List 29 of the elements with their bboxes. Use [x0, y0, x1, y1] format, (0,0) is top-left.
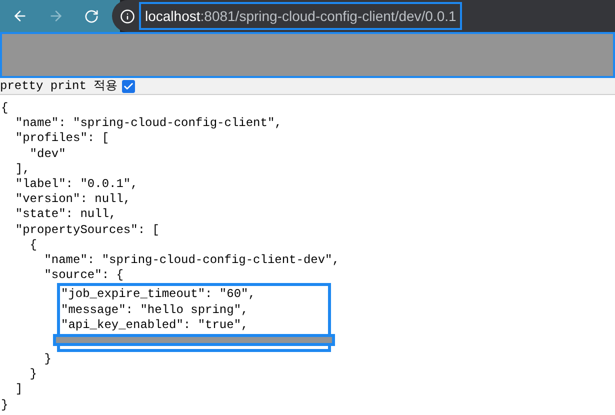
json-line: ] — [14, 382, 24, 398]
address-bar[interactable]: localhost:8081/spring-cloud-config-client/dev/0.0.1 — [112, 0, 615, 32]
info-icon[interactable] — [120, 8, 135, 24]
json-line: } — [28, 367, 38, 382]
json-line: "propertySources": [ — [14, 222, 160, 238]
back-icon[interactable] — [12, 8, 28, 24]
json-line: "version": null, — [14, 192, 132, 208]
json-line: "name": "spring-cloud-config-client-dev", — [43, 253, 340, 268]
check-icon — [122, 80, 134, 92]
json-line: "api_key_enabled": "true", — [61, 318, 250, 334]
json-line: } — [43, 352, 52, 368]
json-line: } — [1, 398, 10, 413]
json-line: { — [1, 101, 10, 116]
json-line: "source": { — [43, 268, 124, 284]
pretty-print-checkbox[interactable] — [122, 80, 135, 92]
json-line: "dev" — [28, 146, 67, 162]
pretty-print-label: pretty print 적용 — [0, 78, 118, 95]
json-line: "message": "hello spring", — [61, 302, 250, 318]
url-path: :8081/spring-cloud-config-client/dev/0.0.1 — [200, 6, 456, 26]
json-line: "name": "spring-cloud-config-client", — [14, 116, 283, 132]
json-line: ], — [14, 162, 31, 178]
url-host: localhost — [145, 6, 200, 26]
json-line: "label": "0.0.1", — [14, 177, 139, 192]
json-line: "job_expire_timeout": "60", — [61, 287, 256, 303]
json-line: { — [28, 238, 38, 254]
json-line: "profiles": [ — [14, 131, 110, 147]
json-line: "state": null, — [14, 207, 118, 223]
url-field[interactable]: localhost:8081/spring-cloud-config-client/dev/0.0.1 — [139, 2, 462, 30]
reload-icon[interactable] — [84, 8, 99, 24]
